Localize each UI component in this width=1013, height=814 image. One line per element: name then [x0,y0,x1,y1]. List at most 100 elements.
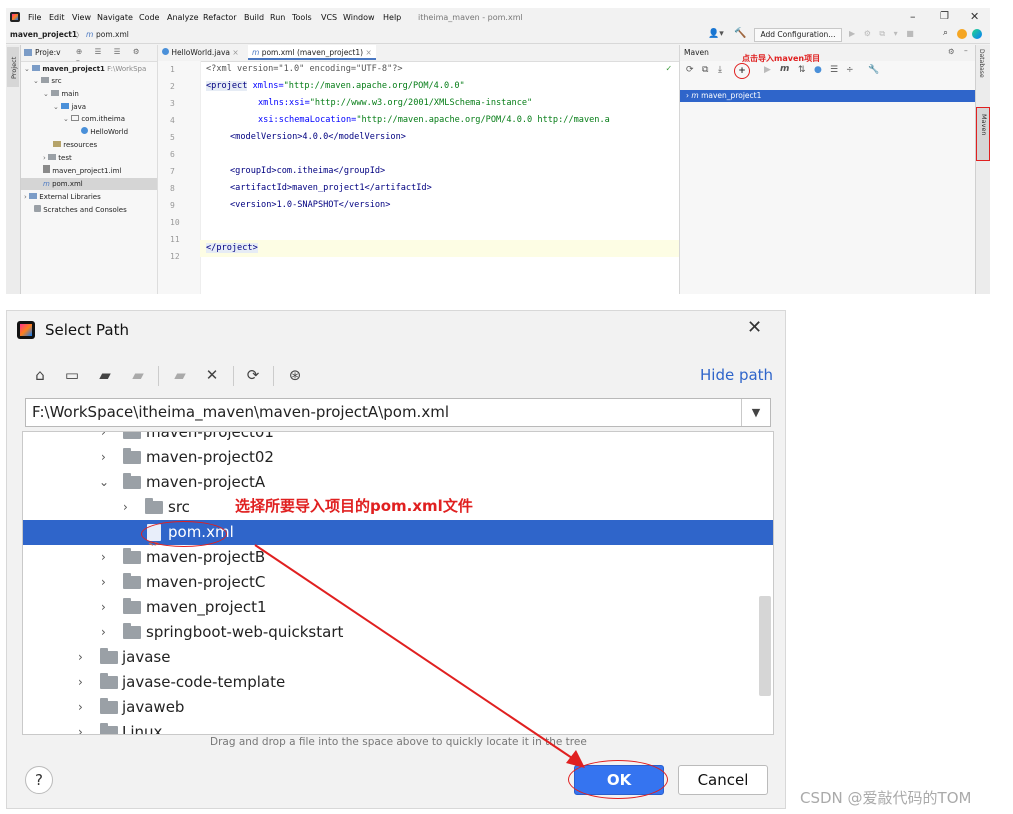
watermark: CSDN @爱敲代码的TOM [800,789,972,807]
project-tool-button[interactable]: Project [7,47,19,87]
tree-item-resources[interactable]: resources [53,139,97,151]
maven-project-item[interactable]: › m maven_project1 [680,90,976,102]
help-button[interactable]: ? [25,766,53,794]
maven-hide-icon[interactable]: – [964,46,968,55]
maven-panel-title: Maven [684,48,709,57]
tree-row-javaweb[interactable]: › javaweb [23,695,773,720]
maven-tool-button[interactable]: Maven [976,107,990,161]
cancel-button[interactable]: Cancel [678,765,768,795]
menu-help[interactable]: Help [383,13,401,22]
menu-bar: File Edit View Navigate Code Analyze Ref… [6,8,990,27]
tab-helloworld[interactable]: HelloWorld.java × [162,48,239,57]
hide-path-link[interactable]: Hide path [700,366,773,384]
path-history-dropdown-icon[interactable]: ▼ [741,399,770,426]
show-dependencies-icon[interactable]: ☰ [830,65,838,75]
tree-item-main[interactable]: ⌄ main [43,88,79,100]
project-view-selector[interactable]: Proje:v [35,48,61,57]
collapse-icon[interactable]: ÷ [846,65,854,75]
toolbar-separator [158,366,159,386]
file-tree[interactable]: › maven-project01 › maven-project02 ⌄ maven… [22,431,774,735]
add-configuration-button[interactable]: Add Configuration... [754,28,842,42]
new-folder-icon[interactable]: ▰ [170,366,190,384]
delete-icon[interactable]: ✕ [202,366,222,384]
code-line-12: </project> [206,243,258,253]
navigation-bar: maven_project1 〉 m pom.xml 👤▾ 🔨 Add Conf… [6,27,990,44]
menu-file[interactable]: File [28,13,41,22]
show-hidden-icon[interactable]: ⊛ [285,366,305,384]
tree-row-linux[interactable]: › Linux [23,720,773,734]
desktop-icon[interactable]: ▭ [62,366,82,384]
restore-icon[interactable]: ❐ [940,11,949,22]
tree-row-maven-project1[interactable]: › maven_project1 [23,595,773,620]
code-area[interactable]: <?xml version="1.0" encoding="UTF-8"?> <… [200,61,679,294]
home-icon[interactable]: ⌂ [30,366,50,384]
tree-item-helloworld[interactable]: HelloWorld [81,126,128,138]
path-input[interactable]: F:\WorkSpace\itheima_maven\maven-project… [25,398,771,427]
project-folder-icon[interactable]: ▰ [95,366,115,384]
menu-run[interactable]: Run [270,13,285,22]
code-line-1: <?xml version="1.0" encoding="UTF-8"?> [206,64,403,74]
code-editor: HelloWorld.java × m pom.xml (maven_proje… [157,45,679,294]
tree-row-javase-code-template[interactable]: › javase-code-template [23,670,773,695]
dialog-close-icon[interactable]: ✕ [747,317,762,338]
breadcrumb-file[interactable]: pom.xml [96,30,129,39]
execute-goal-icon[interactable]: m [780,64,789,74]
close-window-icon[interactable]: ✕ [970,10,979,23]
tree-item-pom[interactable]: m pom.xml [21,178,157,190]
tree-row-maven-projectC[interactable]: › maven-projectC [23,570,773,595]
generate-sources-icon[interactable]: ⧉ [702,65,708,75]
menu-code[interactable]: Code [139,13,159,22]
tree-item-scratches[interactable]: Scratches and Consoles [34,204,127,216]
tree-row-maven-projectB[interactable]: › maven-projectB [23,545,773,570]
tree-item-iml[interactable]: maven_project1.iml [43,165,121,177]
tab-pom[interactable]: m pom.xml (maven_project1) × [248,45,376,60]
menu-tools[interactable]: Tools [292,13,312,22]
database-tool-button[interactable]: Database [978,49,985,78]
tree-row-pom-xml[interactable]: <> pom.xml [23,520,773,548]
toolbar-separator [273,366,274,386]
search-icon[interactable]: ⌕ [943,28,948,38]
download-icon[interactable]: ⤓ [718,65,722,75]
build-hammer-icon[interactable]: 🔨 [734,28,746,39]
pom-annotation: 选择所要导入项目的pom.xml文件 [235,497,473,515]
menu-analyze[interactable]: Analyze [167,13,199,22]
tree-item-test[interactable]: › test [43,152,72,164]
menu-window[interactable]: Window [343,13,375,22]
menu-navigate[interactable]: Navigate [97,13,133,22]
add-maven-project-icon[interactable]: + [734,63,750,79]
tree-item-root[interactable]: ⌄ maven_project1 F:\WorkSpa [24,63,146,75]
tree-item-java[interactable]: ⌄ java [53,101,86,113]
tree-row-maven-projectA[interactable]: ⌄ maven-projectA [23,470,773,495]
menu-view[interactable]: View [72,13,91,22]
menu-edit[interactable]: Edit [49,13,65,22]
tree-row-springboot[interactable]: › springboot-web-quickstart [23,620,773,645]
toolbox-icon[interactable] [972,29,982,39]
maven-file-icon: m [86,30,94,39]
reload-icon[interactable]: ⟳ [686,65,694,75]
run-maven-icon[interactable]: ▶ [764,65,771,75]
tree-row-maven-project02[interactable]: › maven-project02 [23,445,773,470]
tree-row-javase[interactable]: › javase [23,645,773,670]
menu-vcs[interactable]: VCS [321,13,337,22]
tree-row-maven-project01[interactable]: › maven-project01 [23,432,773,445]
refresh-icon[interactable]: ⟳ [243,366,263,384]
tree-item-package[interactable]: ⌄ com.itheima [63,113,125,125]
user-icon[interactable]: 👤▾ [708,29,724,39]
skip-tests-icon[interactable]: ● [814,65,822,75]
tree-item-src[interactable]: ⌄ src [33,75,62,87]
tree-item-external-libraries[interactable]: › External Libraries [24,191,101,203]
project-panel-header: Proje:v ⊕ ☰ ☰ ⚙ – [21,45,157,65]
menu-build[interactable]: Build [244,13,264,22]
maven-settings-icon[interactable]: ⚙ [948,47,955,56]
tree-scrollbar[interactable] [759,596,771,696]
toggle-offline-icon[interactable]: ⇅ [798,65,806,75]
run-debug-icons[interactable]: ▶ ⚙ ⧉ ▾ ■ [849,29,917,39]
module-folder-icon[interactable]: ▰ [128,366,148,384]
menu-refactor[interactable]: Refactor [203,13,237,22]
minimize-icon[interactable]: – [910,10,916,23]
maven-settings-wrench-icon[interactable]: 🔧 [868,65,879,75]
code-line-8: <artifactId>maven_project1</artifactId> [230,183,432,193]
update-icon[interactable] [957,29,967,39]
breadcrumb-project[interactable]: maven_project1 [10,30,77,39]
maven-panel: Maven ⚙ – 点击导入maven项目 ⟳ ⧉ ⤓ + ▶ m ⇅ ● ☰ … [679,45,976,294]
